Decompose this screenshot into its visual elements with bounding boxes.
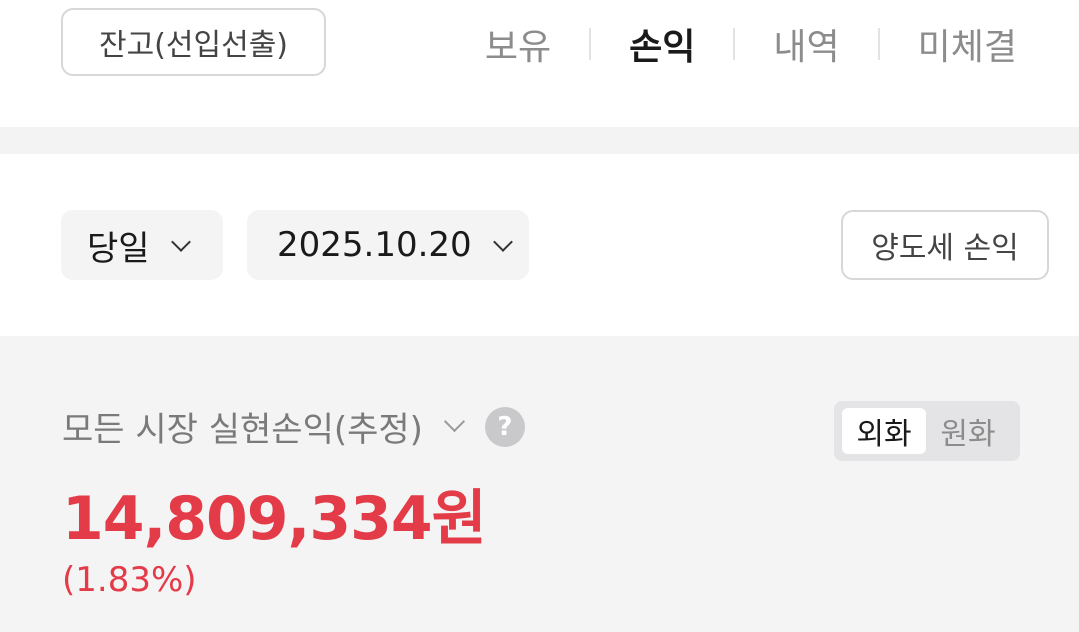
tab-divider xyxy=(733,28,736,60)
tab-holdings[interactable]: 보유 xyxy=(485,18,551,70)
tab-divider xyxy=(877,28,880,60)
balance-fifo-button[interactable]: 잔고(선입선출) xyxy=(61,8,326,76)
currency-option-foreign[interactable]: 외화 xyxy=(842,408,926,454)
tab-unfilled[interactable]: 미체결 xyxy=(918,18,1017,70)
realized-profit-amount: 14,809,334원 xyxy=(62,484,487,554)
profit-summary: 모든 시장 실현손익(추정) ? 외화 원화 14,809,334원 (1.83… xyxy=(0,336,1079,632)
currency-option-krw[interactable]: 원화 xyxy=(926,408,1010,454)
chevron-down-icon xyxy=(445,418,463,436)
date-dropdown[interactable]: 2025.10.20 xyxy=(247,210,529,280)
summary-title: 모든 시장 실현손익(추정) xyxy=(62,410,423,450)
filter-row: 당일 2025.10.20 양도세 손익 xyxy=(0,154,1079,336)
period-dropdown[interactable]: 당일 xyxy=(61,210,223,280)
period-dropdown-label: 당일 xyxy=(87,228,150,269)
question-circle-icon[interactable]: ? xyxy=(484,406,525,447)
date-dropdown-label: 2025.10.20 xyxy=(277,225,472,265)
capital-gains-tax-button[interactable]: 양도세 손익 xyxy=(841,210,1049,280)
currency-toggle: 외화 원화 xyxy=(834,401,1020,461)
tab-divider xyxy=(589,28,592,60)
summary-title-dropdown[interactable]: 모든 시장 실현손익(추정) ? xyxy=(62,402,525,451)
chevron-down-icon xyxy=(172,237,188,253)
section-divider xyxy=(0,127,1079,154)
tab-history[interactable]: 내역 xyxy=(773,18,839,70)
realized-profit-rate: (1.83%) xyxy=(62,560,197,600)
tab-profit-loss[interactable]: 손익 xyxy=(629,18,695,70)
top-bar: 잔고(선입선출) 보유 손익 내역 미체결 xyxy=(0,0,1079,127)
tab-bar: 보유 손익 내역 미체결 xyxy=(485,18,1017,70)
chevron-down-icon xyxy=(494,237,510,253)
